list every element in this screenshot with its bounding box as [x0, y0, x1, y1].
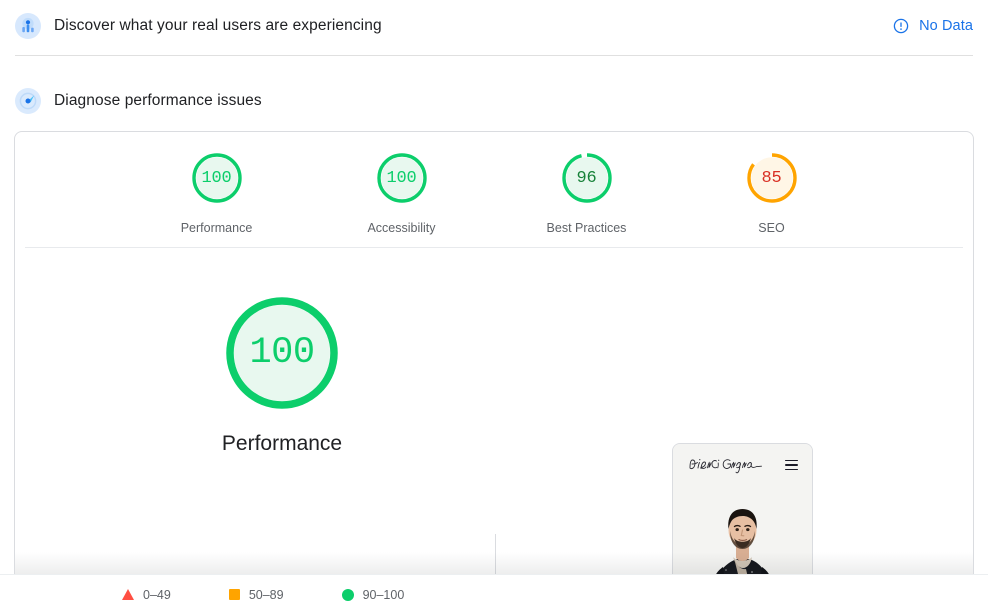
gauge-ring: 85 [745, 151, 799, 205]
score-legend: 0–49 50–89 90–100 [0, 574, 988, 614]
field-data-section-header: Discover what your real users are experi… [0, 6, 988, 46]
gauge-ring: 100 [190, 151, 244, 205]
legend-range-label: 50–89 [248, 587, 284, 602]
gauge-label: SEO [758, 221, 785, 235]
gauge-score-value: 96 [576, 168, 597, 188]
thumbnail-site-header [673, 444, 812, 486]
gauge-score-value: 85 [761, 168, 782, 188]
lighthouse-results-card: 100 Performance 100 Accessibility 96 Best Pra… [14, 131, 974, 611]
lab-data-title: Diagnose performance issues [54, 92, 262, 109]
field-data-status[interactable]: No Data [893, 18, 973, 34]
performance-gauge-ring: 100 [221, 292, 343, 414]
category-gauge-accessibility[interactable]: 100 Accessibility [342, 151, 462, 235]
lab-diagnose-icon [15, 88, 41, 114]
pagespeed-report: Discover what your real users are experi… [0, 0, 988, 614]
performance-summary: 100 Performance Values are estimated and… [15, 262, 973, 610]
hamburger-menu-icon[interactable] [785, 457, 798, 474]
legend-range-label: 0–49 [143, 587, 171, 602]
lab-data-section-header: Diagnose performance issues [0, 81, 988, 121]
gauge-label: Accessibility [367, 221, 436, 235]
gauge-ring: 100 [375, 151, 429, 205]
legend-square-icon [228, 589, 240, 600]
card-divider [25, 247, 963, 248]
gauge-ring: 96 [560, 151, 614, 205]
legend-item-square: 50–89 [228, 587, 284, 602]
legend-circle-icon [341, 588, 354, 601]
category-gauge-best-practices[interactable]: 96 Best Practices [527, 151, 647, 235]
category-gauge-performance[interactable]: 100 Performance [157, 151, 277, 235]
performance-score-value: 100 [249, 332, 315, 374]
gauge-label: Best Practices [546, 221, 627, 235]
gauge-score-value: 100 [201, 168, 232, 188]
gauge-score-value: 100 [386, 168, 417, 188]
performance-gauge[interactable]: 100 Performance [187, 292, 377, 456]
legend-range-label: 90–100 [362, 587, 405, 602]
field-data-icon [15, 13, 41, 39]
legend-item-triangle: 0–49 [122, 588, 171, 602]
category-score-gauges: 100 Performance 100 Accessibility 96 Best Pra… [15, 151, 973, 235]
header-divider [15, 55, 973, 56]
legend-triangle-icon [122, 589, 134, 600]
gauge-label: Performance [180, 221, 253, 235]
no-data-label: No Data [919, 18, 973, 34]
category-gauge-seo[interactable]: 85 SEO [712, 151, 832, 235]
performance-gauge-label: Performance [221, 432, 343, 455]
site-logo-signature [688, 455, 785, 475]
info-circle-icon [893, 18, 909, 34]
field-data-title: Discover what your real users are experi… [54, 17, 382, 34]
legend-item-circle: 90–100 [341, 587, 405, 602]
